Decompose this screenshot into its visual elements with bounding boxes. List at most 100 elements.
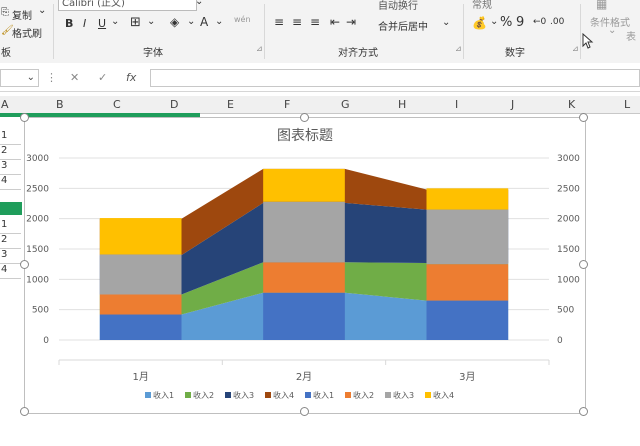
bold-button[interactable]: B: [65, 17, 73, 30]
percent-button[interactable]: %: [500, 15, 512, 30]
legend-swatch: [185, 392, 191, 398]
bar-segment: [426, 209, 509, 265]
merge-dropdown-icon[interactable]: ⌄: [442, 17, 450, 28]
bar-segment: [426, 188, 509, 210]
column-header-i[interactable]: I: [455, 98, 458, 111]
copy-dropdown-icon[interactable]: ⌄: [38, 5, 46, 16]
x-tick-label: 2月: [296, 371, 312, 383]
align-center-icon[interactable]: ≡: [292, 15, 302, 29]
align-left-icon[interactable]: ≡: [274, 15, 284, 29]
align-right-icon[interactable]: ≡: [310, 15, 320, 29]
row-cell[interactable]: 2: [0, 145, 21, 160]
bar-segment: [99, 218, 182, 255]
resize-handle[interactable]: [300, 407, 309, 416]
underline-button[interactable]: U: [98, 17, 106, 30]
resize-handle[interactable]: [20, 260, 29, 269]
font-name-select[interactable]: Calibri (正文): [58, 0, 197, 11]
format-painter-button[interactable]: 格式刷: [12, 25, 42, 40]
currency-icon[interactable]: 💰: [472, 16, 487, 30]
bar-segment: [426, 300, 509, 340]
resize-handle[interactable]: [579, 260, 588, 269]
ribbon-separator: [53, 4, 54, 59]
legend-label: 收入2: [353, 390, 374, 400]
column-header-b[interactable]: B: [56, 98, 64, 111]
increase-indent-icon[interactable]: ⇥: [346, 15, 356, 29]
font-color-dropdown-icon[interactable]: ⌄: [215, 16, 223, 27]
chart-object[interactable]: 图表标题 0 500 1000 1500 2000 2500 3000 0 500 1000 150…: [24, 117, 586, 414]
legend-swatch: [225, 392, 231, 398]
font-dropdown-icon[interactable]: ⌄: [195, 0, 203, 7]
column-header-g[interactable]: G: [341, 98, 350, 111]
chart-title[interactable]: 图表标题: [277, 128, 333, 144]
alignment-group-label: 对齐方式: [338, 48, 378, 59]
alignment-dialog-launcher-icon[interactable]: ⊿: [455, 44, 462, 53]
bar-segment: [263, 292, 345, 340]
font-color-icon[interactable]: A: [200, 15, 208, 29]
secondary-y-tick-label: 1000: [557, 275, 580, 285]
y-tick-label: 0: [43, 336, 49, 346]
row-cell[interactable]: 1: [0, 130, 21, 145]
column-header-h[interactable]: H: [398, 98, 406, 111]
y-tick-label: 1500: [26, 245, 49, 255]
confirm-button[interactable]: ✓: [98, 71, 107, 84]
insert-function-button[interactable]: fx: [126, 71, 136, 84]
conditional-format-dropdown-icon[interactable]: ⌄: [608, 25, 616, 36]
font-dialog-launcher-icon[interactable]: ⊿: [256, 44, 263, 53]
wrap-text-button[interactable]: 自动换行: [378, 0, 418, 12]
legend-swatch: [385, 392, 391, 398]
fill-dropdown-icon[interactable]: ⌄: [187, 16, 195, 27]
column-header-l[interactable]: L: [624, 98, 630, 111]
formula-bar-splitter-icon[interactable]: ⋮: [46, 71, 57, 84]
row-cell[interactable]: 1: [0, 219, 21, 234]
italic-button[interactable]: I: [83, 17, 86, 30]
currency-dropdown-icon[interactable]: ⌄: [490, 16, 498, 27]
column-header-a[interactable]: A: [1, 98, 9, 111]
resize-handle[interactable]: [20, 113, 29, 122]
secondary-y-tick-label: 0: [557, 336, 563, 346]
name-box[interactable]: ⌄: [0, 69, 39, 87]
resize-handle[interactable]: [20, 407, 29, 416]
underline-dropdown-icon[interactable]: ⌄: [111, 16, 119, 27]
legend-label: 收入3: [393, 390, 414, 400]
border-dropdown-icon[interactable]: ⌄: [147, 16, 155, 27]
merge-center-button[interactable]: 合并后居中: [378, 18, 428, 33]
column-header-d[interactable]: D: [170, 98, 178, 111]
row-cell[interactable]: 4: [0, 264, 21, 279]
formula-bar: ⌄ ⋮ ✕ ✓ fx: [0, 63, 640, 92]
resize-handle[interactable]: [579, 113, 588, 122]
bar-segment: [426, 264, 509, 301]
column-header-e[interactable]: E: [227, 98, 234, 111]
stacked-area-bar-chart: 图表标题 0 500 1000 1500 2000 2500 3000 0 500 1000 150…: [26, 128, 580, 400]
comma-button[interactable]: 9: [516, 15, 524, 30]
format-as-table-button[interactable]: 表: [626, 28, 636, 43]
formula-input[interactable]: [150, 69, 640, 87]
phonetic-icon[interactable]: wén: [234, 15, 251, 24]
increase-decimal-icon[interactable]: ←0: [533, 17, 546, 27]
row-cell[interactable]: 4: [0, 175, 21, 190]
row-cell[interactable]: 3: [0, 160, 21, 175]
conditional-format-icon[interactable]: ▦: [596, 0, 607, 11]
bar-segment: [263, 262, 345, 293]
bar-segment: [263, 201, 345, 263]
decrease-indent-icon[interactable]: ⇤: [330, 15, 340, 29]
resize-handle[interactable]: [300, 113, 309, 122]
border-icon[interactable]: ⊞: [130, 15, 141, 30]
number-dialog-launcher-icon[interactable]: ⊿: [572, 44, 579, 53]
copy-icon: ⎘: [1, 7, 9, 18]
decrease-decimal-icon[interactable]: .00: [550, 17, 564, 27]
x-tick-label: 3月: [459, 371, 475, 383]
cancel-button[interactable]: ✕: [70, 71, 79, 84]
row-cell[interactable]: 3: [0, 249, 21, 264]
column-header-f[interactable]: F: [284, 98, 290, 111]
ribbon-separator: [264, 4, 265, 59]
column-header-k[interactable]: K: [568, 98, 575, 111]
resize-handle[interactable]: [579, 407, 588, 416]
legend-swatch: [265, 392, 271, 398]
row-cell[interactable]: 2: [0, 234, 21, 249]
copy-button[interactable]: 复制: [12, 7, 32, 22]
column-headers: A B C D E F G H I J K L: [0, 96, 640, 114]
fill-color-icon[interactable]: ◈: [170, 15, 179, 29]
column-header-c[interactable]: C: [113, 98, 121, 111]
column-header-j[interactable]: J: [511, 98, 514, 111]
number-format-select[interactable]: 常规: [472, 0, 492, 11]
